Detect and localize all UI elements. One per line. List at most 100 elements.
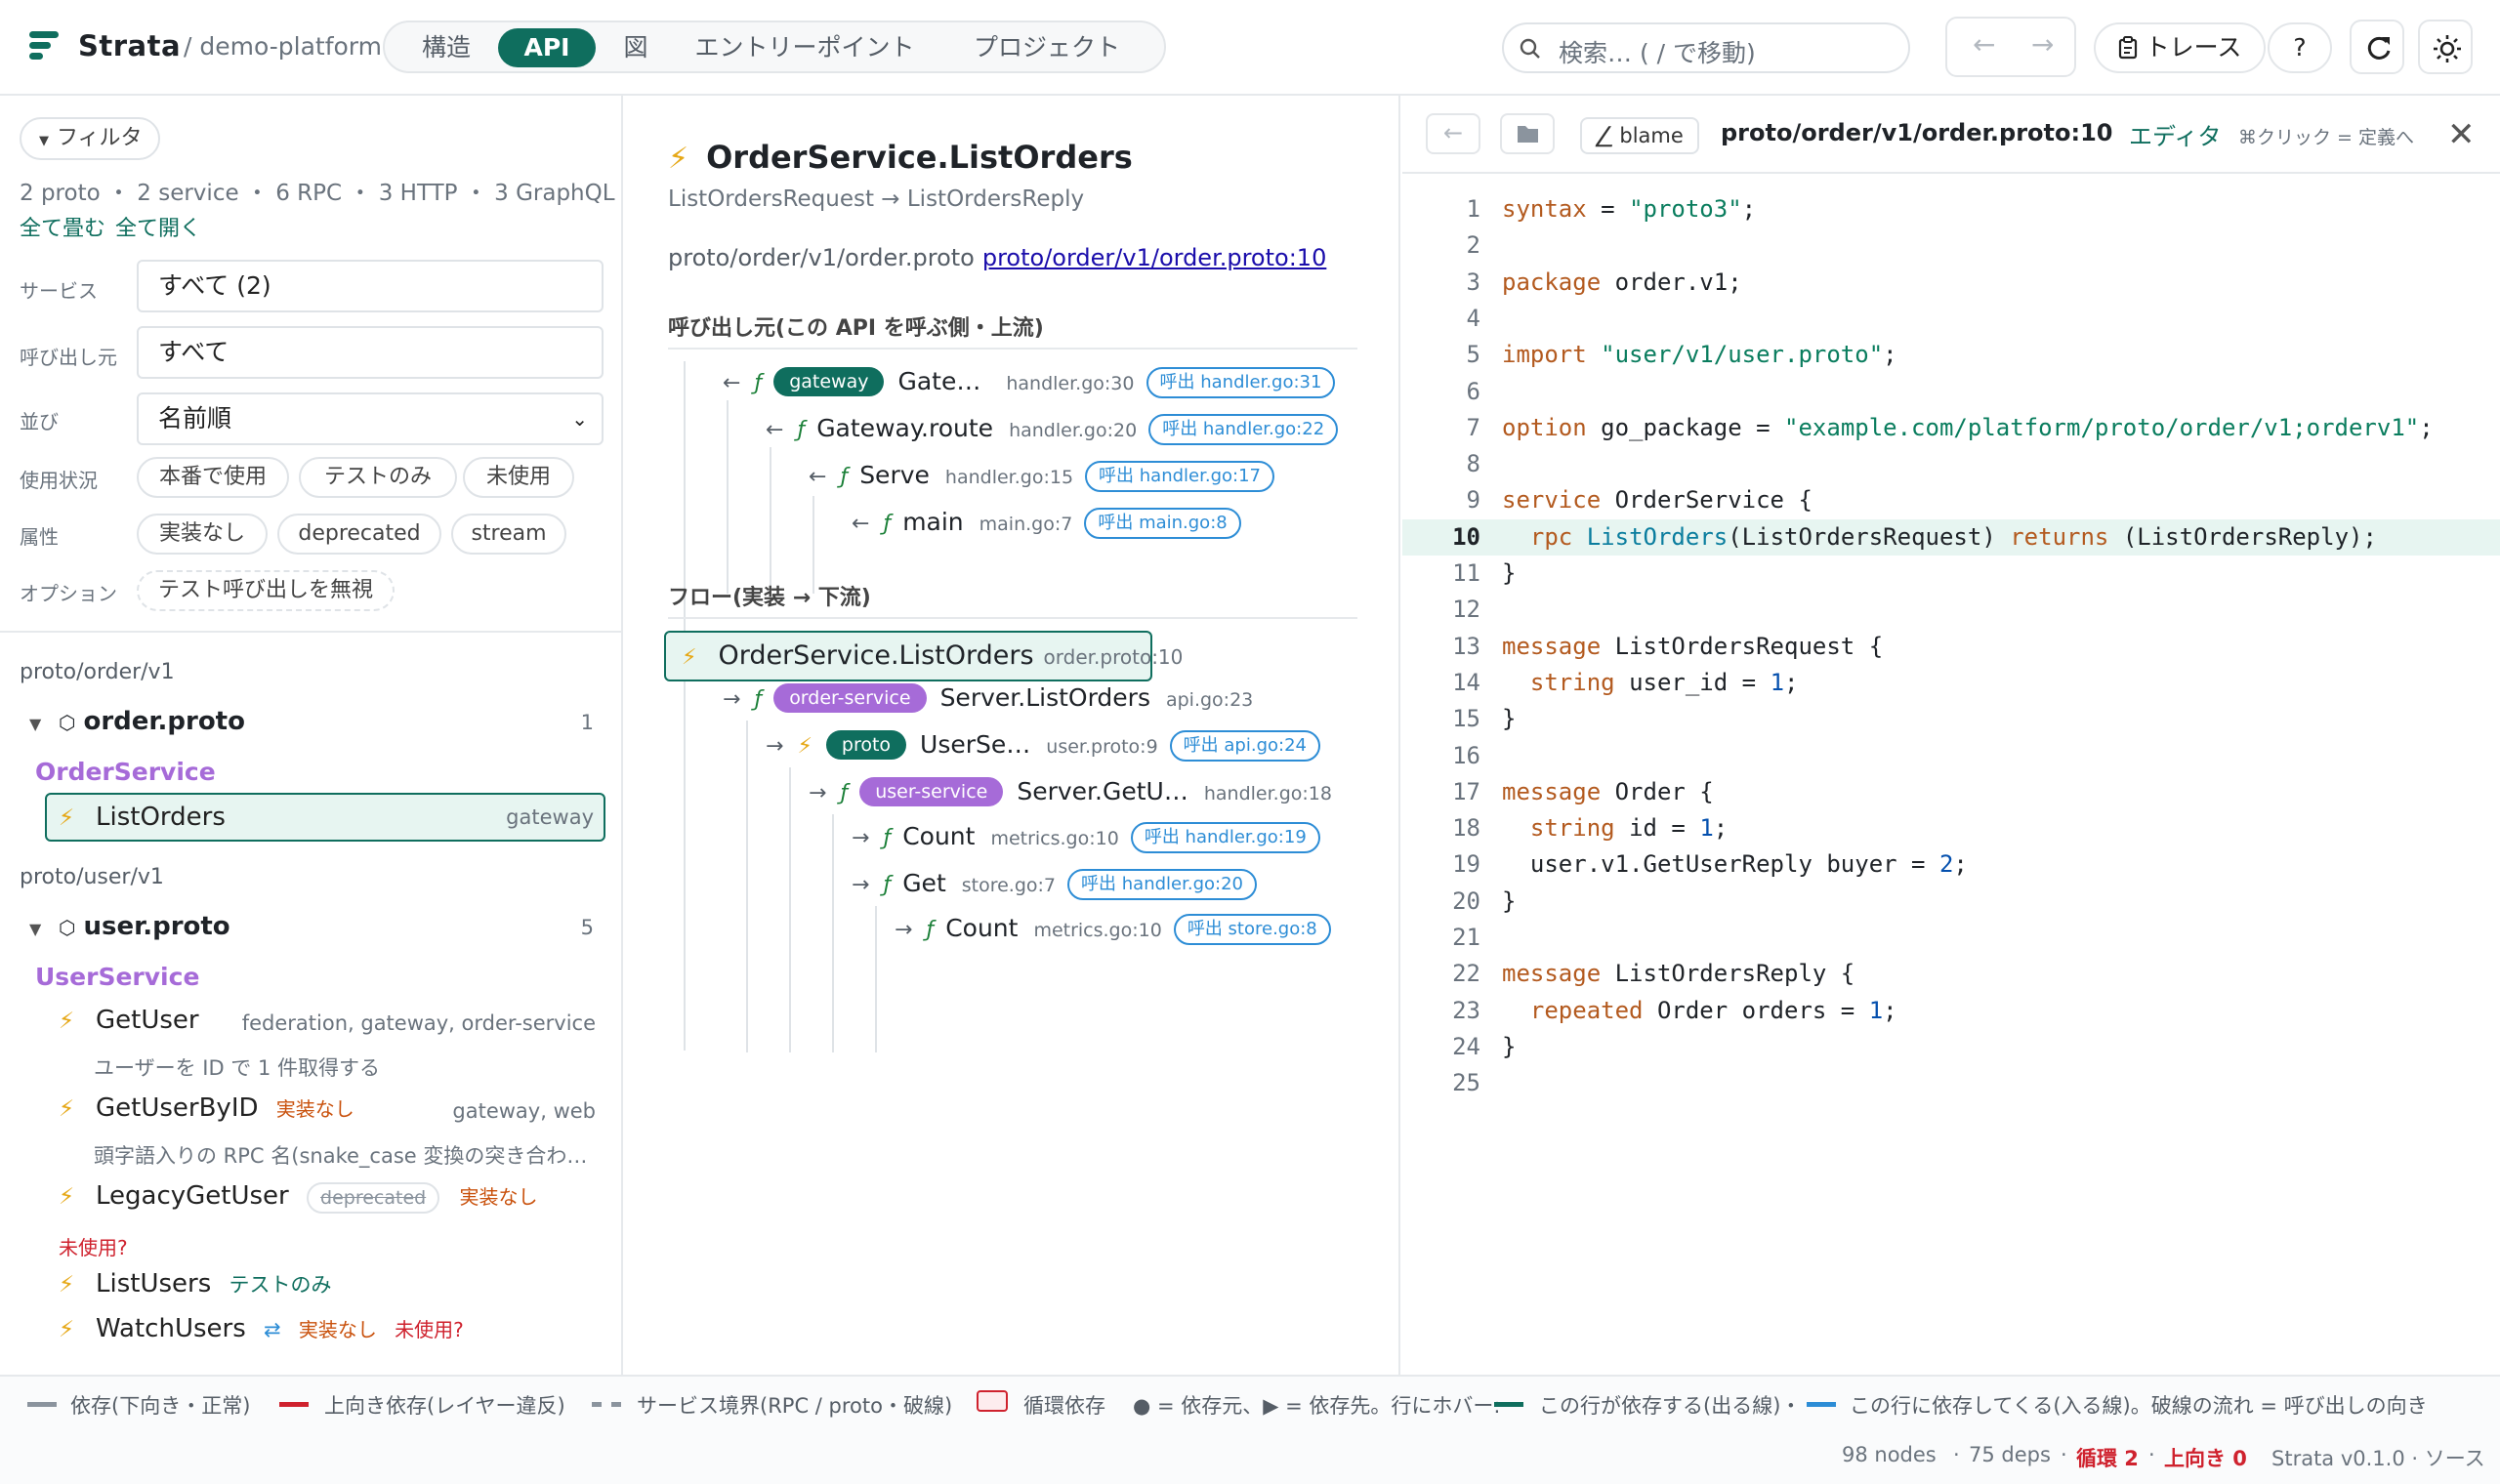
code-back-button[interactable]: ← <box>1426 113 1480 154</box>
code-line[interactable]: 12 <box>1402 592 2500 628</box>
line-number[interactable]: 23 <box>1402 993 1480 1029</box>
call-ref-badge[interactable]: 呼出 handler.go:31 <box>1146 367 1336 398</box>
code-line[interactable]: 24} <box>1402 1029 2500 1065</box>
code-line[interactable]: 13 message ListOrdersRequest { <box>1402 629 2500 665</box>
line-number[interactable]: 6 <box>1402 374 1480 410</box>
caller-node[interactable]: ← ƒ main main.go:7 呼出 main.go:8 <box>852 508 1241 547</box>
collapse-all-link[interactable]: 全て畳む <box>20 211 105 242</box>
chip-production[interactable]: 本番で使用 <box>137 457 289 498</box>
theme-toggle-button[interactable] <box>2418 20 2473 74</box>
call-ref-badge[interactable]: 呼出 handler.go:20 <box>1067 869 1257 900</box>
call-ref-badge[interactable]: 呼出 api.go:24 <box>1169 730 1320 762</box>
forward-button[interactable]: → <box>2031 28 2054 61</box>
code-line[interactable]: 18 string id = 1; <box>1402 810 2500 846</box>
source-link[interactable]: proto/order/v1/order.proto:10 <box>982 244 1326 271</box>
line-number[interactable]: 19 <box>1402 846 1480 883</box>
code-line[interactable]: 20} <box>1402 884 2500 920</box>
flow-node[interactable]: → ƒ Get store.go:7 呼出 handler.go:20 <box>852 869 1257 908</box>
search-input[interactable]: 検索… ( / で移動) <box>1502 22 1910 73</box>
code-line[interactable]: 11} <box>1402 556 2500 592</box>
folder-button[interactable] <box>1500 113 1555 154</box>
tab-structure[interactable]: 構造 <box>398 28 494 67</box>
call-ref-badge[interactable]: 呼出 store.go:8 <box>1173 914 1331 945</box>
code-line[interactable]: 6 <box>1402 374 2500 410</box>
cycle-count[interactable]: 循環 2 <box>2076 1443 2139 1472</box>
code-line[interactable]: 2 <box>1402 227 2500 264</box>
chip-no-impl[interactable]: 実装なし <box>137 514 268 555</box>
open-in-editor-link[interactable]: エディタ <box>2129 117 2221 151</box>
flow-node[interactable]: → ⚡ proto UserSe… user.proto:9 呼出 api.go:24 <box>766 730 1320 769</box>
rpc-item-watchusers[interactable]: ⚡ WatchUsers ⇄ 実装なし 未使用? <box>59 1314 605 1357</box>
code-line[interactable]: 4 <box>1402 301 2500 337</box>
back-button[interactable]: ← <box>1973 28 1995 61</box>
service-filter-input[interactable]: すべて (2) <box>137 260 604 312</box>
code-line[interactable]: 3 package order.v1; <box>1402 265 2500 301</box>
rpc-item-listusers[interactable]: ⚡ ListUsers テストのみ <box>59 1269 605 1312</box>
service-name[interactable]: OrderService <box>35 758 216 786</box>
line-number[interactable]: 11 <box>1402 556 1480 592</box>
line-number[interactable]: 12 <box>1402 592 1480 628</box>
caller-node[interactable]: ← ƒ Serve handler.go:15 呼出 handler.go:17 <box>809 461 1274 500</box>
line-number[interactable]: 9 <box>1402 482 1480 518</box>
code-line[interactable]: 15} <box>1402 701 2500 737</box>
call-ref-badge[interactable]: 呼出 handler.go:22 <box>1148 414 1339 445</box>
sort-select[interactable]: 名前順 ⌄ <box>137 392 604 445</box>
tab-entrypoints[interactable]: エントリーポイント <box>678 28 932 67</box>
chip-ignore-tests[interactable]: テスト呼び出しを無視 <box>137 570 395 611</box>
file-row[interactable]: ▼ ⬡ user.proto 5 <box>29 912 605 951</box>
expand-all-link[interactable]: 全て開く <box>115 211 201 242</box>
code-line[interactable]: 17 message Order { <box>1402 774 2500 810</box>
filter-toggle-button[interactable]: ▼ フィルタ <box>20 117 160 160</box>
code-line[interactable]: 23 repeated Order orders = 1; <box>1402 993 2500 1029</box>
blame-button[interactable]: ⎳ blame <box>1580 117 1699 154</box>
code-line[interactable]: 5 import "user/v1/user.proto"; <box>1402 337 2500 373</box>
line-number[interactable]: 3 <box>1402 265 1480 301</box>
tab-api[interactable]: API <box>498 28 596 67</box>
version-info[interactable]: Strata v0.1.0 · ソース <box>2271 1443 2485 1472</box>
code-line[interactable]: 8 <box>1402 446 2500 482</box>
line-number[interactable]: 14 <box>1402 665 1480 701</box>
line-number[interactable]: 13 <box>1402 629 1480 665</box>
caller-node[interactable]: ← ƒ gateway Gate… handler.go:30 呼出 handler.go… <box>723 367 1336 406</box>
close-icon[interactable]: ✕ <box>2447 115 2476 154</box>
line-number[interactable]: 1 <box>1402 191 1480 227</box>
upward-count[interactable]: 上向き 0 <box>2164 1443 2247 1472</box>
line-number[interactable]: 25 <box>1402 1065 1480 1101</box>
chip-test-only[interactable]: テストのみ <box>299 457 457 498</box>
line-number[interactable]: 21 <box>1402 920 1480 956</box>
call-ref-badge[interactable]: 呼出 handler.go:19 <box>1130 822 1320 853</box>
chip-deprecated[interactable]: deprecated <box>277 514 441 555</box>
rpc-item-getuserbyid[interactable]: ⚡ GetUserByID 実装なし gateway, web <box>59 1093 605 1136</box>
line-number[interactable]: 4 <box>1402 301 1480 337</box>
repo-name[interactable]: / demo-platform <box>184 32 382 61</box>
line-number[interactable]: 17 <box>1402 774 1480 810</box>
line-number[interactable]: 20 <box>1402 884 1480 920</box>
line-number[interactable]: 7 <box>1402 410 1480 446</box>
tab-projects[interactable]: プロジェクト <box>939 28 1154 67</box>
line-number[interactable]: 2 <box>1402 227 1480 264</box>
tab-diagram[interactable]: 図 <box>602 28 670 67</box>
line-number[interactable]: 5 <box>1402 337 1480 373</box>
help-button[interactable]: ? <box>2268 22 2332 73</box>
line-number[interactable]: 16 <box>1402 738 1480 774</box>
caller-node[interactable]: ← ƒ Gateway.route handler.go:20 呼出 handler.g… <box>766 414 1339 453</box>
code-line[interactable]: 7 option go_package = "example.com/platfo… <box>1402 410 2500 446</box>
line-number[interactable]: 8 <box>1402 446 1480 482</box>
line-number[interactable]: 24 <box>1402 1029 1480 1065</box>
flow-root-node[interactable]: ⚡ OrderService.ListOrders order.proto:10 <box>664 631 1183 681</box>
rpc-item-getuser[interactable]: ⚡ GetUser federation, gateway, order-serv… <box>59 1006 605 1049</box>
line-number[interactable]: 22 <box>1402 956 1480 992</box>
flow-node[interactable]: → ƒ user-service Server.GetU… handler.go:18 <box>809 777 1344 816</box>
line-number[interactable]: 10 <box>1402 519 1480 556</box>
flow-node[interactable]: → ƒ Count metrics.go:10 呼出 store.go:8 <box>895 914 1331 953</box>
flow-node[interactable]: → ƒ order-service Server.ListOrders api.go:2… <box>723 683 1265 722</box>
refresh-button[interactable] <box>2350 20 2404 74</box>
code-line[interactable]: 1 syntax = "proto3"; <box>1402 191 2500 227</box>
trace-button[interactable]: トレース <box>2094 22 2266 73</box>
caller-filter-input[interactable]: すべて <box>137 326 604 379</box>
code-line[interactable]: 21 <box>1402 920 2500 956</box>
chip-stream[interactable]: stream <box>451 514 566 555</box>
call-ref-badge[interactable]: 呼出 handler.go:17 <box>1085 461 1274 492</box>
line-number[interactable]: 18 <box>1402 810 1480 846</box>
line-number[interactable]: 15 <box>1402 701 1480 737</box>
